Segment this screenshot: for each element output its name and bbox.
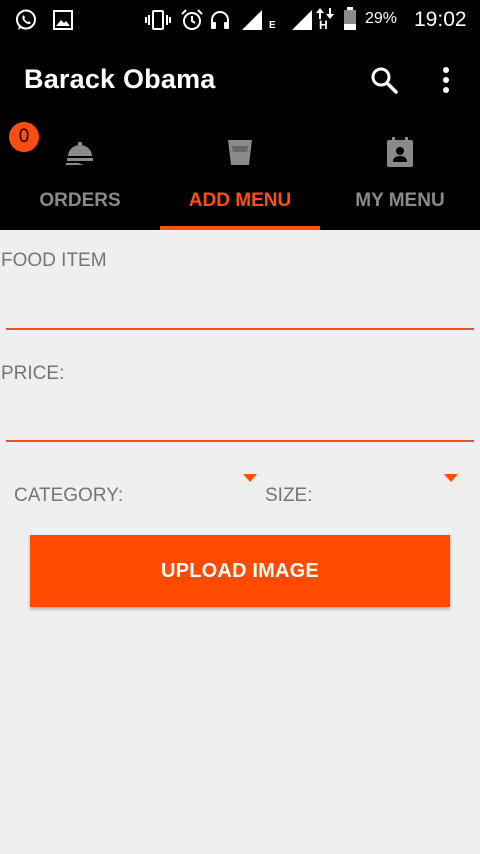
tab-bar: ORDERS 0 ADD MENU MY MENU — [0, 120, 480, 230]
tab-add-menu-label: ADD MENU — [188, 190, 292, 211]
vibrate-icon — [145, 10, 171, 30]
add-menu-form: FOOD ITEM PRICE: CATEGORY: SIZE: UPLOAD … — [0, 230, 480, 854]
tab-my-menu-label: MY MENU — [355, 190, 445, 211]
menu-list-icon — [387, 137, 413, 167]
more-vert-icon — [443, 67, 449, 93]
category-dropdown-arrow-icon — [243, 474, 257, 482]
room-service-icon — [66, 142, 93, 165]
whatsapp-icon — [16, 9, 36, 30]
battery-icon — [344, 7, 356, 30]
headset-icon — [211, 11, 229, 29]
search-button[interactable] — [368, 64, 400, 96]
size-label: SIZE: — [265, 485, 313, 506]
size-dropdown-arrow-icon — [444, 474, 458, 482]
category-spinner[interactable]: CATEGORY: — [14, 470, 258, 510]
battery-percent: 29% — [365, 10, 398, 27]
orders-count-badge: 0 — [9, 122, 39, 152]
signal-icon — [242, 10, 262, 30]
app-title: Barack Obama — [24, 64, 216, 94]
image-icon — [53, 10, 73, 30]
upload-image-button[interactable]: UPLOAD IMAGE — [30, 535, 450, 607]
price-input[interactable] — [6, 402, 474, 442]
app-bar: Barack Obama — [0, 40, 480, 120]
clock: 19:02 — [414, 8, 467, 31]
search-icon — [371, 67, 398, 94]
cup-icon — [228, 140, 252, 165]
tab-orders-label: ORDERS — [39, 190, 121, 211]
size-spinner[interactable]: SIZE: — [265, 470, 459, 510]
price-label: PRICE: — [1, 363, 65, 384]
food-item-label: FOOD ITEM — [1, 250, 107, 271]
wifi-signal-icon — [292, 10, 312, 30]
category-label: CATEGORY: — [14, 485, 124, 506]
overflow-menu-button[interactable] — [436, 64, 456, 96]
alarm-icon — [181, 9, 203, 30]
network-type-label: E — [269, 20, 276, 31]
status-bar: E H 29% 19:02 — [0, 0, 480, 40]
tab-my-menu[interactable]: MY MENU — [320, 120, 480, 230]
tab-add-menu[interactable]: ADD MENU — [160, 120, 320, 230]
data-letter-label: H — [319, 18, 328, 32]
food-item-input[interactable] — [6, 290, 474, 330]
